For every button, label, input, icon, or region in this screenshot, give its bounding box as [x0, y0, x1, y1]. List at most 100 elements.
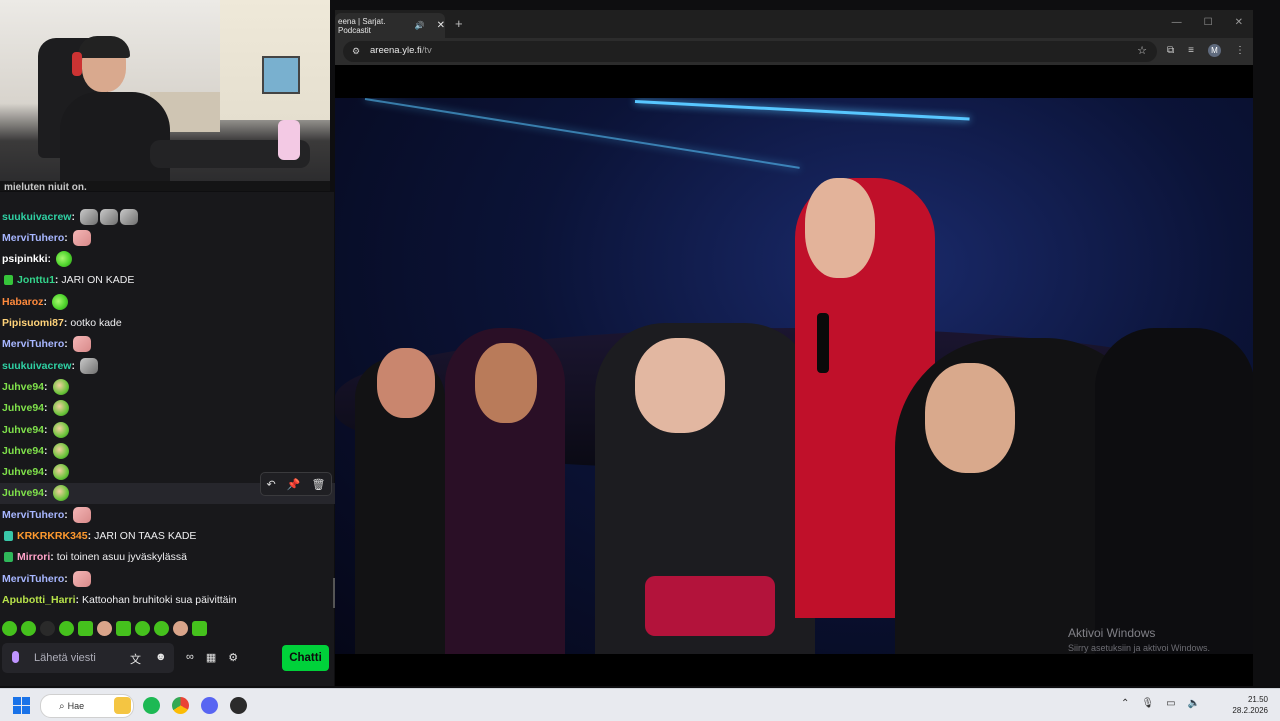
chat-message[interactable]: MerviTuhero: [0, 568, 336, 589]
speaker-icon[interactable]: 🔊 [415, 21, 425, 30]
send-chat-button[interactable]: Chatti [282, 645, 329, 671]
chat-username[interactable]: MerviTuhero [2, 573, 64, 585]
delete-icon[interactable]: 🗑 [312, 478, 326, 491]
chat-message[interactable]: Habaroz: [0, 291, 336, 312]
emote-icon[interactable] [116, 620, 131, 636]
chat-message[interactable]: Juhve94: [0, 440, 336, 461]
emote-icon[interactable] [59, 620, 74, 636]
chat-emote-icon[interactable] [52, 485, 69, 502]
chat-message[interactable]: Juhve94: [0, 419, 336, 440]
chat-username[interactable]: Juhve94 [2, 381, 44, 393]
chat-message[interactable]: suukuivacrew: [0, 206, 336, 227]
microphone-icon[interactable] [12, 651, 19, 663]
user-badge-icon[interactable] [4, 275, 13, 286]
emote-icon[interactable] [21, 620, 36, 636]
chevron-up-icon[interactable]: ⌃ [1121, 698, 1129, 709]
chat-username[interactable]: Juhve94 [2, 487, 44, 499]
chat-message[interactable]: KRKRKRK345: JARI ON TAAS KADE [0, 526, 334, 547]
chat-username[interactable]: MerviTuhero [2, 509, 64, 521]
site-info-icon[interactable]: ⚙ [352, 46, 360, 57]
reply-icon[interactable]: ↶ [267, 478, 276, 491]
chat-username[interactable]: Juhve94 [2, 424, 44, 436]
emote-icon[interactable] [192, 620, 207, 636]
chat-message[interactable]: MerviTuhero: [0, 334, 336, 355]
obs-icon[interactable] [230, 697, 247, 714]
chat-username[interactable]: Juhve94 [2, 466, 44, 478]
chat-username[interactable]: KRKRKRK345 [17, 530, 88, 542]
file-explorer-icon[interactable] [114, 697, 131, 714]
chat-emote-icon[interactable] [52, 400, 69, 417]
chrome-icon[interactable] [172, 697, 189, 714]
channel-points-icon[interactable]: ∞ [186, 651, 194, 664]
address-bar[interactable]: ⚙ areena.yle.fi/tv ☆ [343, 41, 1157, 62]
emote-icon[interactable] [173, 620, 188, 636]
volume-icon[interactable]: 🔈 [1188, 698, 1200, 709]
chat-emote-icon[interactable] [79, 357, 98, 374]
emote-icon[interactable] [40, 620, 55, 636]
chat-emote-icon[interactable] [99, 208, 118, 225]
chat-username[interactable]: Apubotti_Harri [2, 594, 76, 606]
profile-avatar[interactable]: M [1208, 44, 1221, 57]
chat-username[interactable]: MerviTuhero [2, 232, 64, 244]
chat-username[interactable]: MerviTuhero [2, 338, 64, 350]
bookmark-star-icon[interactable]: ☆ [1137, 44, 1147, 57]
user-badge-icon[interactable] [4, 531, 13, 541]
chat-message[interactable]: Pipisuomi87: ootko kade [0, 313, 336, 334]
chat-message[interactable]: MerviTuhero: [0, 227, 336, 248]
chat-emote-icon[interactable] [52, 442, 69, 459]
chat-emote-icon[interactable] [56, 251, 73, 268]
new-tab-button[interactable]: + [455, 16, 463, 31]
chat-username[interactable]: Mirrori [17, 551, 50, 563]
chat-message[interactable]: psipinkki: [0, 249, 336, 270]
maximize-icon[interactable]: ☐ [1204, 17, 1213, 28]
emote-icon[interactable] [154, 620, 169, 636]
microphone-tray-icon[interactable]: 🎙 [1141, 698, 1154, 709]
chat-message[interactable]: suukuivacrew: [0, 355, 336, 376]
media-controls-icon[interactable]: ≡ [1188, 45, 1194, 56]
emote-icon[interactable] [97, 620, 112, 636]
chat-username[interactable]: Habaroz [2, 296, 43, 308]
discord-icon[interactable] [201, 697, 218, 714]
network-icon[interactable]: ▭ [1166, 698, 1175, 709]
chat-username[interactable]: Jonttu1 [17, 274, 55, 286]
close-tab-icon[interactable]: ✕ [437, 20, 445, 31]
chat-emote-icon[interactable] [79, 208, 98, 225]
chat-emote-icon[interactable] [72, 506, 91, 523]
chat-message[interactable]: Mirrori: toi toinen asuu jyväskylässä [0, 547, 334, 568]
chat-emote-icon[interactable] [52, 378, 69, 395]
windows-start-icon[interactable] [13, 697, 30, 714]
chat-emote-icon[interactable] [52, 421, 69, 438]
chat-message[interactable]: MerviTuhero: [0, 504, 336, 525]
emote-icon[interactable] [2, 620, 17, 636]
tab-areena[interactable]: eena | Sarjat. Podcastit 🔊 ✕ [335, 13, 445, 38]
chat-username[interactable]: suukuivacrew [2, 360, 71, 372]
chat-input[interactable]: Lähetä viesti 文 ☻ [2, 643, 174, 673]
extensions-icon[interactable]: ⧉ [1167, 45, 1174, 56]
chat-username[interactable]: Pipisuomi87 [2, 317, 64, 329]
chat-username[interactable]: suukuivacrew [2, 211, 71, 223]
emote-picker-icon[interactable]: ☻ [155, 651, 167, 663]
emote-icon[interactable] [135, 620, 150, 636]
translate-icon[interactable]: 文 [130, 651, 141, 667]
user-badge-icon[interactable] [4, 552, 13, 563]
clock[interactable]: 21.50 28.2.2026 [1232, 694, 1268, 716]
chat-emote-icon[interactable] [119, 208, 138, 225]
menu-kebab-icon[interactable]: ⋮ [1235, 45, 1245, 56]
chat-message[interactable]: Jonttu1: JARI ON KADE [0, 270, 334, 291]
spotify-icon[interactable] [143, 697, 160, 714]
chat-message[interactable]: Juhve94: [0, 398, 336, 419]
minimize-icon[interactable]: — [1172, 17, 1182, 28]
video-player[interactable]: Aktivoi Windows Siirry asetuksiin ja akt… [335, 98, 1253, 654]
chat-emote-icon[interactable] [72, 336, 91, 353]
chat-username[interactable]: psipinkki [2, 253, 48, 265]
chat-message[interactable]: Juhve94: [0, 376, 336, 397]
chat-message[interactable]: Apubotti_Harri: Kattoohan bruhitoki sua p… [0, 589, 336, 610]
gear-icon[interactable]: ⚙ [228, 651, 238, 664]
close-window-icon[interactable]: ✕ [1235, 17, 1243, 28]
chat-username[interactable]: Juhve94 [2, 445, 44, 457]
emote-icon[interactable] [78, 620, 93, 636]
store-icon[interactable]: ▦ [206, 651, 216, 664]
chat-emote-icon[interactable] [52, 464, 69, 481]
chat-emote-icon[interactable] [72, 570, 91, 587]
pin-icon[interactable]: 📌 [287, 478, 301, 491]
